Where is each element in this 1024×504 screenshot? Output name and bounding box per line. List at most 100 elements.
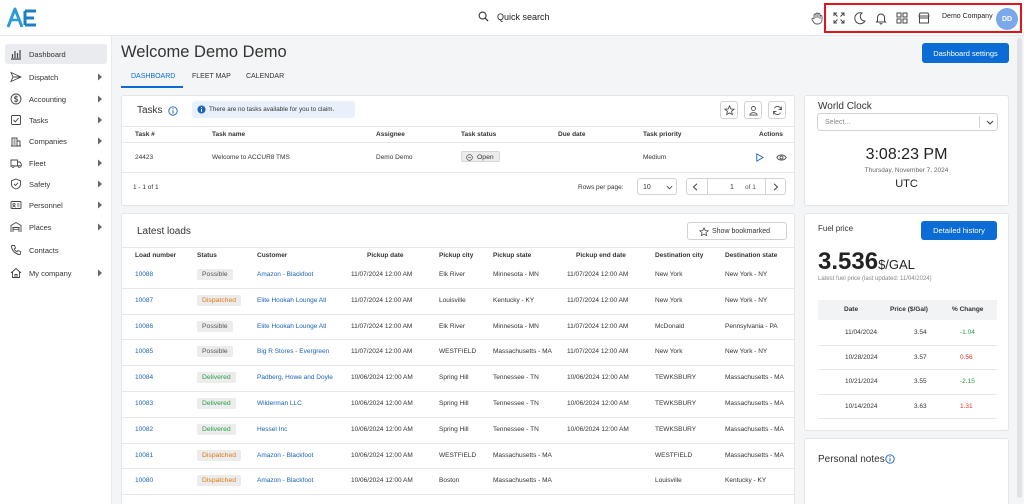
fuel-change: -2.15	[960, 378, 975, 385]
id-card-icon	[10, 201, 22, 209]
destination-city: New York	[655, 348, 683, 356]
pickup-end-date: 11/07/2024 12:00 AM	[567, 322, 629, 330]
no-tasks-alert: There are no tasks available for you to …	[192, 101, 355, 118]
my-tasks-button[interactable]	[744, 101, 762, 119]
load-customer[interactable]: Elite Hookah Lounge Atl	[257, 297, 326, 304]
load-customer[interactable]: Amazon - Blackfoot	[257, 271, 313, 278]
info-icon[interactable]	[168, 106, 178, 116]
pickup-state: Tennessee - TN	[493, 400, 539, 407]
chevron-right-icon	[98, 95, 102, 103]
load-number[interactable]: 10088	[135, 271, 153, 278]
company-name[interactable]: Demo Company	[942, 13, 993, 20]
load-number[interactable]: 10083	[135, 400, 153, 407]
load-customer[interactable]: Hessel Inc	[257, 426, 287, 433]
load-number[interactable]: 10081	[135, 452, 153, 459]
load-customer[interactable]: Amazon - Blackfoot	[257, 477, 313, 484]
load-number[interactable]: 10084	[135, 374, 153, 381]
show-bookmarked-button[interactable]: Show bookmarked	[687, 222, 787, 240]
moon-icon[interactable]	[853, 11, 867, 25]
sidebar-item-safety[interactable]: Safety	[5, 174, 107, 194]
load-customer[interactable]: Amazon - Blackfoot	[257, 452, 313, 459]
sidebar-item-fleet[interactable]: Fleet	[5, 153, 107, 173]
chevron-right-icon[interactable]	[773, 183, 779, 191]
dashboard-settings-button[interactable]: Dashboard settings	[922, 43, 1009, 63]
load-status-badge: Dispatched	[197, 294, 242, 306]
fuel-date: 10/14/2024	[845, 402, 878, 410]
column-header: Task name	[212, 131, 246, 138]
chevron-right-icon	[98, 116, 102, 124]
chevron-right-icon	[98, 73, 102, 81]
load-number[interactable]: 10080	[135, 477, 153, 484]
page-number-input[interactable]: 1	[730, 184, 734, 191]
no-tasks-message: There are no tasks available for you to …	[209, 106, 335, 113]
eye-icon[interactable]	[776, 153, 787, 162]
apps-grid-icon[interactable]	[895, 11, 909, 25]
detailed-history-button[interactable]: Detailed history	[921, 221, 997, 240]
fullscreen-icon[interactable]	[832, 11, 846, 25]
load-customer[interactable]: Elite Hookah Lounge Atl	[257, 323, 326, 330]
load-customer[interactable]: Wilderman LLC	[257, 400, 302, 407]
chevron-left-icon[interactable]	[692, 183, 698, 191]
load-customer[interactable]: Big R Stores - Evergreen	[257, 348, 329, 355]
quick-search[interactable]: Quick search	[478, 11, 550, 22]
fuel-price: 3.57	[914, 353, 927, 361]
chevron-down-icon	[986, 120, 994, 125]
sidebar-item-companies[interactable]: Companies	[5, 131, 107, 151]
load-customer[interactable]: Padberg, Howe and Doyle	[257, 374, 333, 381]
store-icon[interactable]	[917, 11, 931, 25]
shield-icon	[11, 178, 21, 190]
bell-icon[interactable]	[874, 11, 888, 25]
info-icon[interactable]	[885, 454, 895, 464]
load-number[interactable]: 10085	[135, 348, 153, 355]
rows-per-page-select[interactable]: 10	[637, 178, 677, 195]
world-clock-card: World Clock Select... 3:08:23 PM Thursda…	[804, 95, 1009, 206]
load-status-badge: Possible	[197, 269, 233, 280]
dollar-icon	[10, 93, 22, 105]
pickup-state: Tennessee - TN	[493, 374, 539, 382]
load-status-badge: Possible	[197, 320, 233, 332]
tab-fleet-map[interactable]: FLEET MAP	[192, 73, 231, 80]
chevron-right-icon	[98, 159, 102, 167]
column-header: Destination city	[655, 252, 704, 259]
sidebar-item-tasks[interactable]: Tasks	[5, 110, 107, 130]
column-header: Load number	[135, 252, 177, 259]
sidebar-item-contacts[interactable]: Contacts	[5, 240, 107, 260]
pickup-end-date: 10/06/2024 12:00 AM	[567, 425, 629, 433]
sidebar-item-accounting[interactable]: Accounting	[5, 89, 107, 109]
favorite-tasks-button[interactable]	[720, 101, 738, 119]
load-number[interactable]: 10082	[135, 426, 153, 433]
sidebar-item-places[interactable]: Places	[5, 217, 107, 237]
latest-loads-card: Latest loads Show bookmarked Load number…	[121, 213, 795, 504]
fuel-change: 1.31	[960, 402, 973, 410]
tab-calendar[interactable]: CALENDAR	[246, 73, 284, 80]
fuel-price-card: Fuel price Detailed history 3.536$/GAL L…	[804, 213, 1009, 431]
sidebar-item-label: My company	[29, 268, 72, 278]
sidebar-item-dashboard[interactable]: Dashboard	[5, 44, 107, 64]
page-scrollbar[interactable]	[1017, 38, 1022, 498]
timezone-select[interactable]: Select...	[817, 113, 998, 131]
page-total: of 1	[745, 183, 756, 191]
destination-city: McDonald	[655, 322, 685, 330]
load-number[interactable]: 10086	[135, 323, 153, 330]
pickup-state: Kentucky - KY	[493, 296, 535, 304]
sidebar-item-personnel[interactable]: Personnel	[5, 195, 107, 215]
fuel-date: 11/04/2024	[845, 329, 878, 336]
load-number[interactable]: 10087	[135, 297, 153, 304]
chevron-right-icon	[98, 269, 102, 277]
tab-dashboard[interactable]: DASHBOARD	[131, 73, 175, 80]
pickup-date: 10/06/2024 12:00 AM	[351, 425, 413, 433]
hand-icon[interactable]	[810, 11, 824, 25]
destination-state: New York - NY	[725, 348, 768, 356]
page-title: Welcome Demo Demo	[121, 43, 287, 61]
refresh-tasks-button[interactable]	[768, 101, 786, 119]
column-header: Customer	[257, 252, 288, 259]
sidebar-item-my-company[interactable]: My company	[5, 263, 107, 283]
pickup-date: 10/06/2024 12:00 AM	[351, 451, 413, 459]
info-filled-icon	[197, 105, 206, 114]
pickup-date: 11/07/2024 12:00 AM	[351, 296, 413, 304]
app-logo[interactable]	[6, 7, 44, 29]
pickup-city: Boston	[439, 477, 460, 485]
sidebar-item-dispatch[interactable]: Dispatch	[5, 67, 107, 87]
user-avatar[interactable]: DD	[996, 8, 1018, 30]
play-icon[interactable]	[755, 153, 764, 162]
